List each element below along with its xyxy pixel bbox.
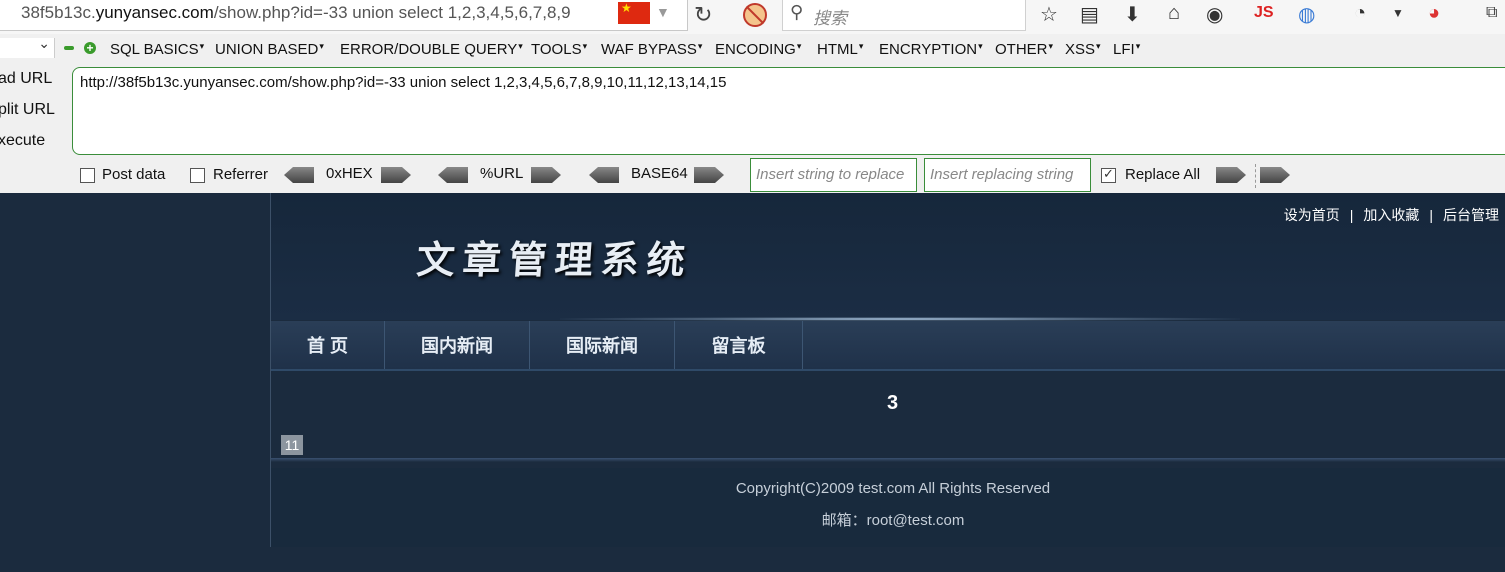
minus-icon[interactable] [64, 46, 74, 50]
menu-tools[interactable]: TOOLS [531, 41, 587, 58]
extension-icon[interactable]: ◕ [1428, 2, 1440, 25]
hex-label: 0xHEX [326, 165, 373, 182]
menu-encryption[interactable]: ENCRYPTION [879, 41, 983, 58]
noscript-icon[interactable] [743, 3, 767, 27]
url-encode-arrow-icon[interactable] [531, 167, 561, 183]
email-text: 邮箱：root@test.com [821, 512, 965, 529]
execute-button[interactable]: xecute [0, 132, 45, 150]
add-favorite-link[interactable]: 加入收藏 [1363, 207, 1419, 223]
site-footer: Copyright(C)2009 test.com All Rights Res… [271, 468, 1505, 547]
referrer-checkbox[interactable] [190, 168, 205, 183]
search-icon: ⚲ [790, 2, 804, 22]
link-separator: | [1349, 207, 1354, 223]
site-title: 文章管理系统 [415, 237, 695, 282]
set-homepage-link[interactable]: 设为首页 [1284, 207, 1340, 223]
hex-decode-arrow-icon[interactable] [284, 167, 314, 183]
article-content-value: 11 [281, 435, 303, 455]
palette-icon[interactable]: ◔ [1354, 2, 1366, 25]
nav-domestic-news[interactable]: 国内新闻 [385, 321, 530, 369]
copyright-text: Copyright(C)2009 test.com All Rights Res… [735, 480, 1051, 497]
footer-divider [271, 458, 1505, 462]
top-links: 设为首页 | 加入收藏 | 后台管理 [1284, 205, 1499, 225]
nav-home[interactable]: 首 页 [271, 321, 385, 369]
replacing-string-input[interactable]: Insert replacing string [924, 158, 1091, 192]
replace-string-input[interactable]: Insert string to replace [750, 158, 917, 192]
site-header: 设为首页 | 加入收藏 | 后台管理 文章管理系统 [271, 193, 1505, 320]
address-bar[interactable]: 38f5b13c.yunyansec.com/show.php?id=-33 u… [0, 0, 688, 31]
menu-error-double-query[interactable]: ERROR/DOUBLE QUERY [340, 41, 523, 58]
chevron-down-icon[interactable]: ▼ [1392, 6, 1404, 20]
hex-encode-arrow-icon[interactable] [381, 167, 411, 183]
search-box[interactable]: ⚲ 搜索 [782, 0, 1026, 31]
replace-next-arrow-icon[interactable] [1260, 167, 1290, 183]
china-flag-icon [618, 1, 650, 24]
menu-html[interactable]: HTML [817, 41, 863, 58]
article-title-value: 3 [887, 392, 899, 414]
menu-lfi[interactable]: LFI [1113, 41, 1140, 58]
nav-guestbook[interactable]: 留言板 [675, 321, 803, 369]
page-left-panel [0, 193, 271, 547]
menu-other[interactable]: OTHER [995, 41, 1053, 58]
url-domain: yunyansec.com [95, 3, 214, 22]
base64-encode-arrow-icon[interactable] [694, 167, 724, 183]
overflow-icon[interactable]: ⧉ [1486, 4, 1497, 22]
hackbar-url-textarea[interactable]: http://38f5b13c.yunyansec.com/show.php?i… [72, 67, 1505, 155]
url-decode-arrow-icon[interactable] [438, 167, 468, 183]
replace-run-arrow-icon[interactable] [1216, 167, 1246, 183]
menu-xss[interactable]: XSS [1065, 41, 1101, 58]
admin-link[interactable]: 后台管理 [1443, 207, 1499, 223]
replace-all-label: Replace All [1125, 166, 1201, 183]
browser-toolbar: 38f5b13c.yunyansec.com/show.php?id=-33 u… [0, 0, 1505, 35]
bookmark-star-icon[interactable]: ☆ [1040, 2, 1058, 27]
home-icon[interactable]: ⌂ [1168, 2, 1180, 25]
hackbar-query-text: http://38f5b13c.yunyansec.com/show.php?i… [80, 74, 727, 91]
web-page: 设为首页 | 加入收藏 | 后台管理 文章管理系统 首 页 国内新闻 国际新闻 留言板 … [0, 193, 1505, 572]
network-icon[interactable]: ◍ [1298, 2, 1315, 27]
separator [1255, 164, 1256, 188]
split-url-button[interactable]: plit URL [0, 101, 55, 119]
hackbar-options: Post data Referrer 0xHEX %URL BASE64 Ins… [0, 158, 1505, 192]
js-switch-icon[interactable]: JS [1254, 4, 1274, 22]
hackbar-menu: + SQL BASICS UNION BASED ERROR/DOUBLE QU… [0, 34, 1505, 64]
replace-string-placeholder: Insert string to replace [756, 166, 905, 183]
replace-all-checkbox[interactable] [1101, 166, 1116, 183]
menu-waf-bypass[interactable]: WAF BYPASS [601, 41, 702, 58]
site-nav: 首 页 国内新闻 国际新闻 留言板 [271, 321, 1505, 371]
base64-decode-arrow-icon[interactable] [589, 167, 619, 183]
menu-sql-basics[interactable]: SQL BASICS [110, 41, 204, 58]
plus-icon[interactable]: + [84, 42, 96, 54]
referrer-label: Referrer [213, 166, 269, 183]
hackbar-select[interactable] [0, 35, 55, 58]
post-data-label: Post data [102, 166, 166, 183]
url-dropdown-icon[interactable]: ▼ [656, 4, 670, 20]
nav-international-news[interactable]: 国际新闻 [530, 321, 675, 369]
url-prefix: 38f5b13c. [21, 3, 96, 22]
globe-icon[interactable]: ◉ [1206, 2, 1223, 27]
replacing-string-placeholder: Insert replacing string [930, 166, 1074, 183]
post-data-checkbox[interactable] [80, 168, 95, 183]
load-url-button[interactable]: ad URL [0, 70, 52, 88]
url-path: /show.php?id=-33 union select 1,2,3,4,5,… [213, 3, 571, 22]
reload-icon[interactable]: ↻ [694, 2, 712, 28]
reading-list-icon[interactable]: ▤ [1080, 2, 1099, 27]
menu-encoding[interactable]: ENCODING [715, 41, 801, 58]
base64-label: BASE64 [631, 165, 688, 182]
menu-union-based[interactable]: UNION BASED [215, 41, 324, 58]
search-placeholder: 搜索 [813, 9, 847, 28]
url-label: %URL [480, 165, 524, 182]
address-url[interactable]: 38f5b13c.yunyansec.com/show.php?id=-33 u… [21, 3, 611, 23]
link-separator: | [1429, 207, 1433, 223]
download-icon[interactable]: ⬇ [1124, 2, 1141, 27]
hackbar-panel: + SQL BASICS UNION BASED ERROR/DOUBLE QU… [0, 34, 1505, 193]
